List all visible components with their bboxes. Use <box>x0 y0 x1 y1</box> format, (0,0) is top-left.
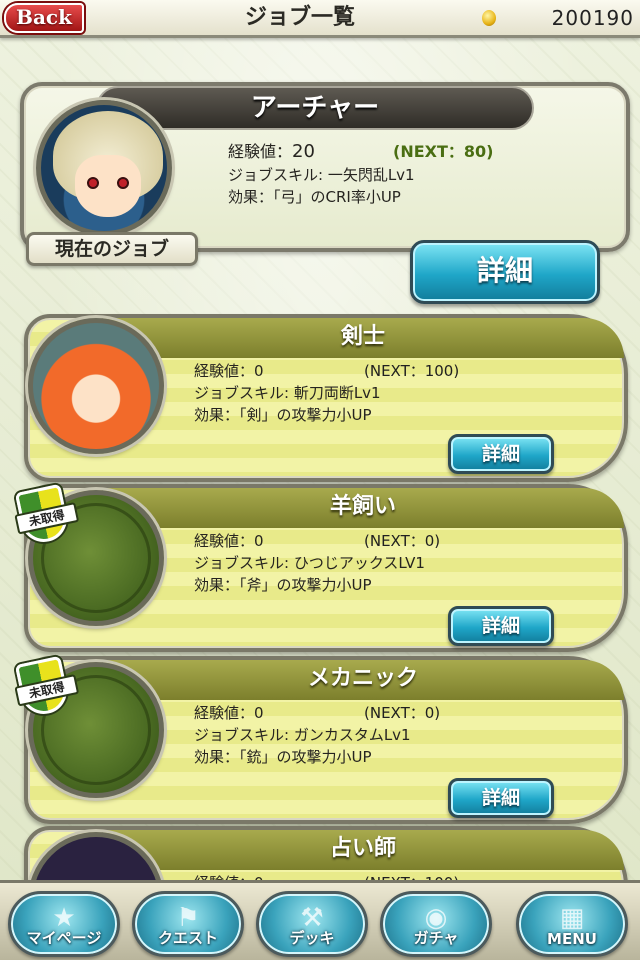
exp-text: 経験値：0 <box>194 362 264 380</box>
exp-row: 経験値：0 (NEXT：0) <box>194 530 614 552</box>
nav-menu-button[interactable]: ▦ MENU <box>516 891 628 957</box>
job-skill: ジョブスキル: ひつじアックスLV1 <box>194 554 425 572</box>
current-detail-button[interactable]: 詳細 <box>410 240 600 304</box>
job-name: 占い師 <box>102 830 624 870</box>
next-exp: (NEXT：0) <box>364 704 441 722</box>
job-skill: ジョブスキル: 一矢閃乱Lv1 <box>228 166 415 184</box>
swordsman-portrait <box>28 318 164 454</box>
header-bar: Back ジョブ一覧 200190 <box>0 0 640 38</box>
current-job-badge: 現在のジョブ <box>26 232 198 266</box>
job-skill: ジョブスキル: ガンカスタムLv1 <box>194 726 411 744</box>
job-effect: 効果：「銃」の攻撃力小UP <box>194 748 372 766</box>
back-button[interactable]: Back <box>4 3 84 33</box>
job-info: 経験値：0 (NEXT：0) ジョブスキル: ガンカスタムLv1 効果：「銃」の… <box>194 702 614 768</box>
exp-value: 20 <box>292 141 315 162</box>
face-shape <box>75 155 141 217</box>
exp-label: 経験値： <box>228 142 293 161</box>
current-job-name-bar: アーチャー <box>96 86 534 130</box>
detail-button[interactable]: 詳細 <box>448 434 554 474</box>
eye-left <box>87 177 99 189</box>
gold-coin-icon <box>482 10 496 26</box>
exp-text: 経験値：0 <box>194 532 264 550</box>
job-effect: 効果：「弓」のCRI率小UP <box>228 188 401 206</box>
next-exp: (NEXT：100) <box>364 362 460 380</box>
job-name: 剣士 <box>102 318 624 358</box>
job-name: メカニック <box>102 660 624 700</box>
menu-grid-icon: ▦ <box>559 903 585 933</box>
nav-deck-button[interactable]: ⚒ デッキ <box>256 891 368 957</box>
job-effect: 効果：「剣」の攻撃力小UP <box>194 406 372 424</box>
eye-right <box>117 177 129 189</box>
next-exp: (NEXT：80) <box>393 140 493 164</box>
exp-row: 経験値：0 (NEXT：100) <box>194 360 614 382</box>
next-exp: (NEXT：0) <box>364 532 441 550</box>
job-skill: ジョブスキル: 斬刀両断Lv1 <box>194 384 381 402</box>
job-effect: 効果：「斧」の攻撃力小UP <box>194 576 372 594</box>
nav-label: マイページ <box>26 929 102 947</box>
exp-row: 経験値：20 (NEXT：80) <box>228 140 608 164</box>
detail-button[interactable]: 詳細 <box>448 778 554 818</box>
nav-mypage-button[interactable]: ★ マイページ <box>8 891 120 957</box>
next-value: 80 <box>463 142 487 161</box>
current-job-info: 経験値：20 (NEXT：80) ジョブスキル: 一矢閃乱Lv1 効果：「弓」の… <box>228 140 608 208</box>
nav-quest-button[interactable]: ⚑ クエスト <box>132 891 244 957</box>
job-info: 経験値：0 (NEXT：100) ジョブスキル: 斬刀両断Lv1 効果：「剣」の… <box>194 360 614 426</box>
current-job-name: アーチャー <box>250 93 380 123</box>
next-label: (NEXT： <box>393 142 464 161</box>
page-title: ジョブ一覧 <box>244 5 355 30</box>
nav-gacha-button[interactable]: ◉ ガチャ <box>380 891 492 957</box>
nav-label: デッキ <box>289 929 335 947</box>
bottom-nav: ★ マイページ ⚑ クエスト ⚒ デッキ ◉ ガチャ ▦ MENU <box>0 880 640 960</box>
nav-label: クエスト <box>157 929 218 947</box>
exp-text: 経験値：0 <box>194 704 264 722</box>
next-close: ) <box>486 142 494 161</box>
detail-button[interactable]: 詳細 <box>448 606 554 646</box>
job-info: 経験値：0 (NEXT：0) ジョブスキル: ひつじアックスLV1 効果：「斧」… <box>194 530 614 596</box>
job-name: 羊飼い <box>102 488 624 528</box>
archer-portrait <box>36 100 172 236</box>
nav-label: ガチャ <box>413 929 459 947</box>
exp-row: 経験値：0 (NEXT：0) <box>194 702 614 724</box>
nav-label: MENU <box>547 930 597 948</box>
coin-amount: 200190 <box>551 6 634 30</box>
